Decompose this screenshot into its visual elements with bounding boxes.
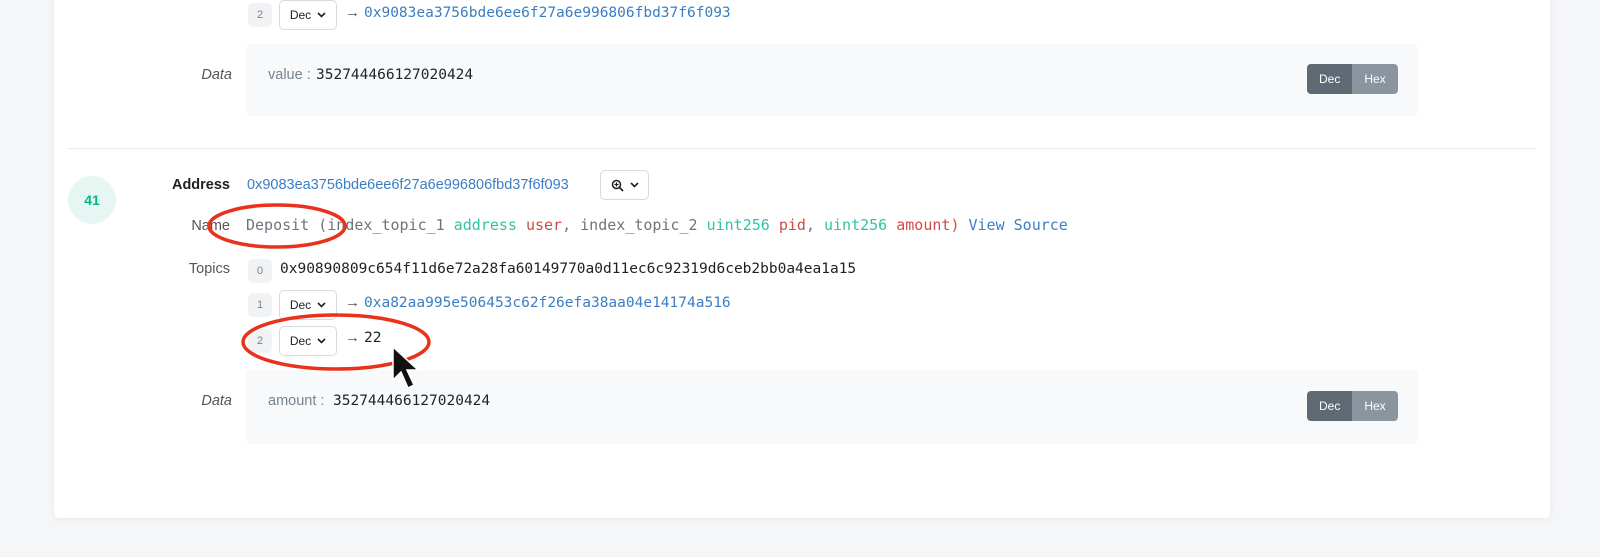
mouse-pointer-icon [392,345,420,390]
annotation-overlay [207,203,431,390]
highlight-circle-event-name [207,203,347,249]
